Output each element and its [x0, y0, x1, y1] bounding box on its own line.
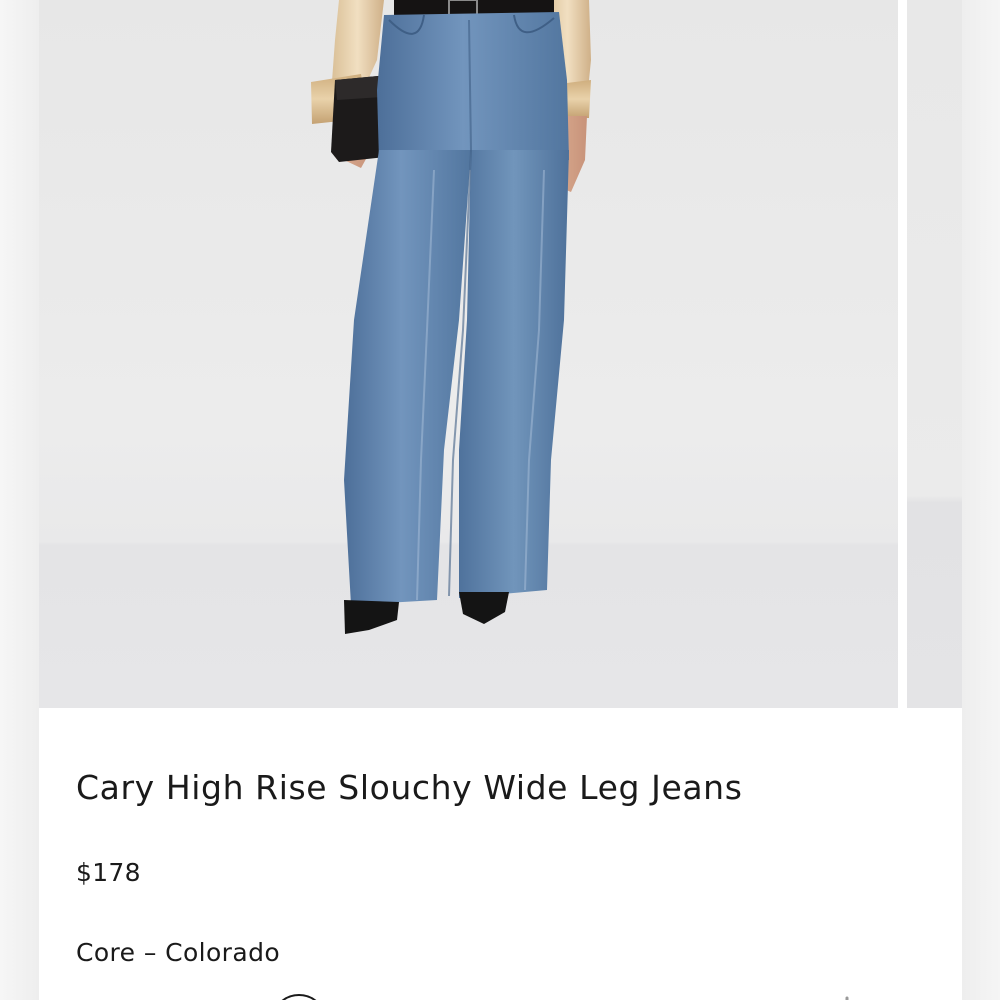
loading-spinner-icon: [845, 996, 849, 1000]
product-color-label: Core – Colorado: [76, 936, 280, 970]
color-separator: –: [143, 938, 157, 967]
product-photo: [311, 0, 591, 634]
product-image-next-peek[interactable]: [907, 0, 962, 708]
page-gutter-left: [0, 0, 39, 1000]
product-info-panel: Cary High Rise Slouchy Wide Leg Jeans $1…: [39, 708, 962, 1000]
page-gutter-right: [962, 0, 1000, 1000]
product-image-main[interactable]: [39, 0, 898, 708]
product-title: Cary High Rise Slouchy Wide Leg Jeans: [76, 768, 743, 807]
selected-color-swatch-icon[interactable]: [271, 994, 327, 1000]
product-image-carousel[interactable]: [39, 0, 962, 708]
product-page: Cary High Rise Slouchy Wide Leg Jeans $1…: [0, 0, 1000, 1000]
product-fit: Core: [76, 938, 136, 967]
product-wash: Colorado: [165, 938, 281, 967]
product-price: $178: [76, 858, 141, 887]
